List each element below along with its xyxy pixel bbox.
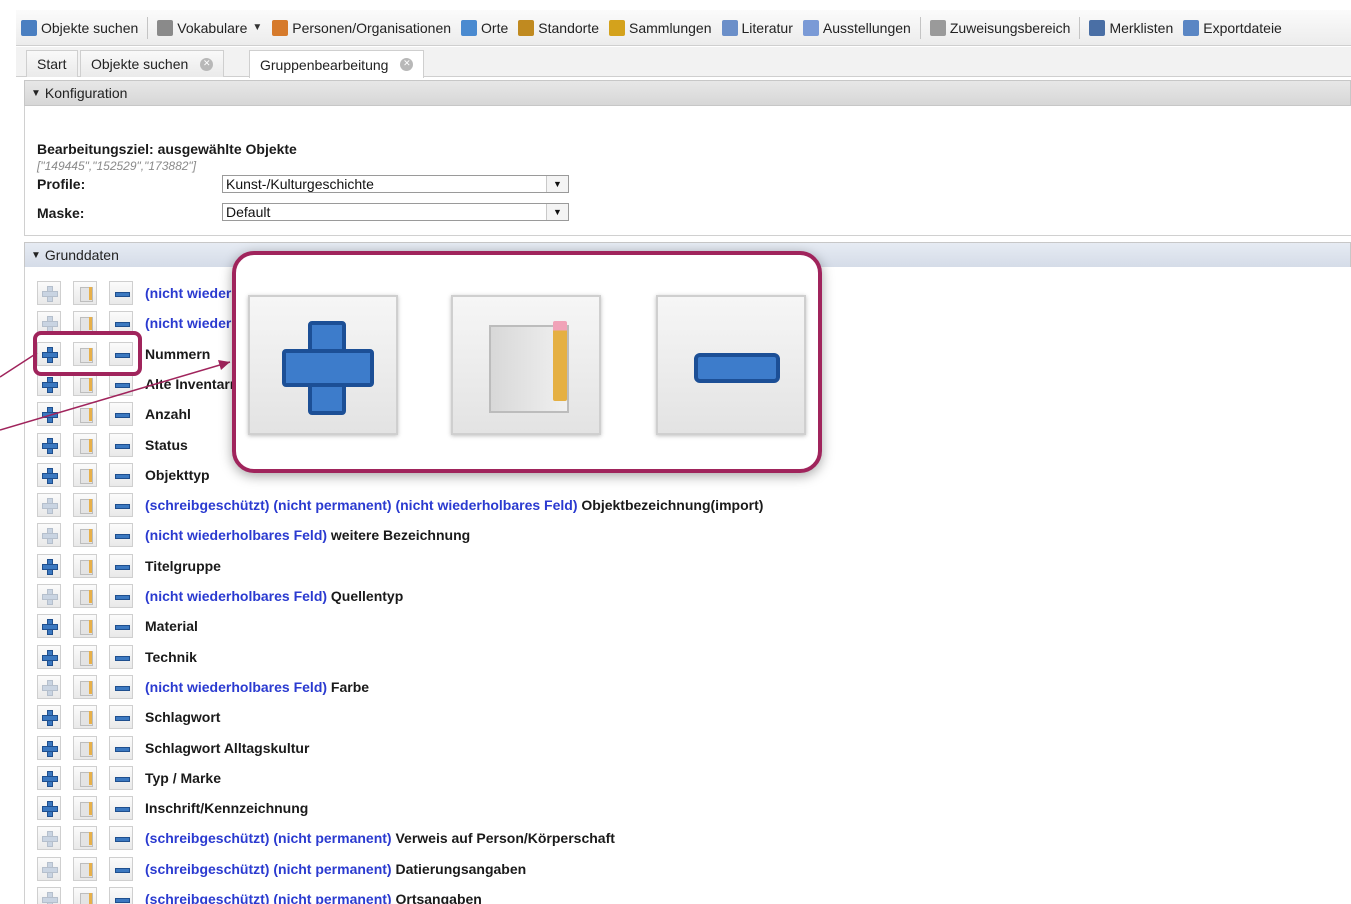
edit-icon-zoomed [451,295,601,435]
zoomed-buttons-callout [232,251,822,473]
button-group-highlight [33,331,142,376]
remove-icon-zoomed [656,295,806,435]
add-icon-zoomed [248,295,398,435]
